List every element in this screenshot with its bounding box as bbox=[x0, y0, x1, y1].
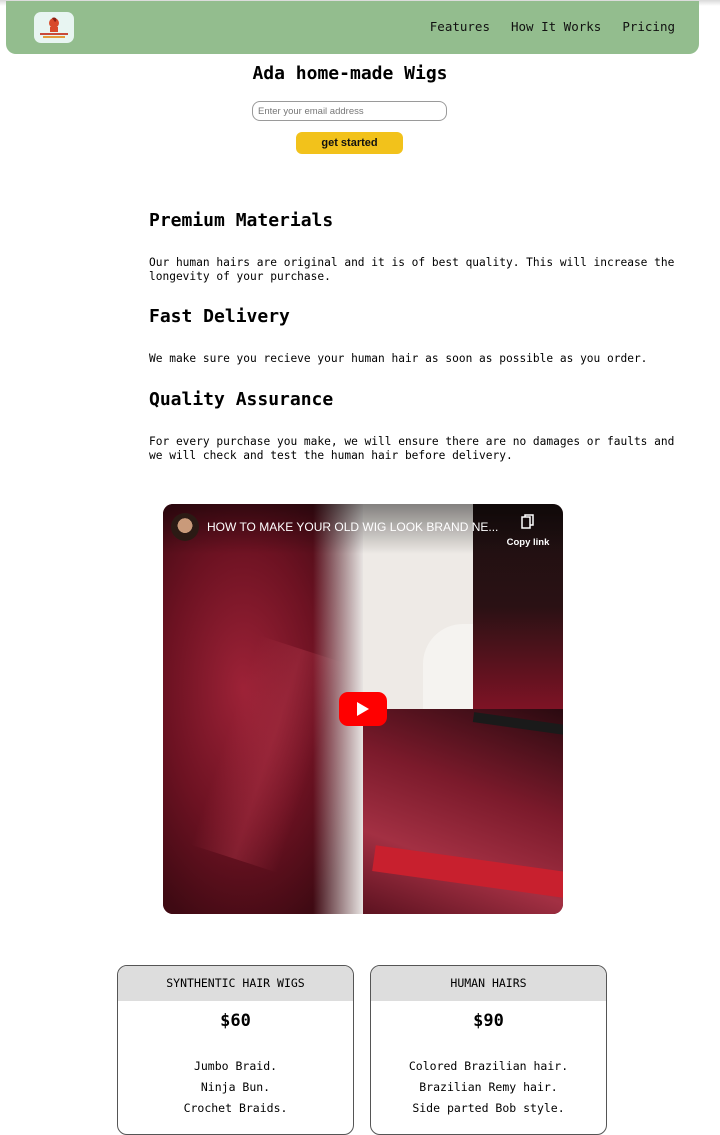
list-item: Jumbo Braid. bbox=[193, 1059, 278, 1073]
feature-text: We make sure you recieve your human hair… bbox=[149, 352, 648, 365]
email-field[interactable] bbox=[252, 101, 447, 121]
nav-link-pricing[interactable]: Pricing bbox=[622, 19, 675, 34]
page-title: Ada home-made Wigs bbox=[252, 63, 448, 84]
channel-avatar[interactable] bbox=[171, 513, 199, 541]
play-button[interactable] bbox=[339, 692, 387, 726]
video-embed[interactable]: HOW TO MAKE YOUR OLD WIG LOOK BRAND NE..… bbox=[163, 504, 563, 914]
list-item: Side parted Bob style. bbox=[412, 1101, 565, 1115]
pricing-card-human: HUMAN HAIRS $90 Colored Brazilian hair. … bbox=[370, 965, 607, 1135]
nav-link-features[interactable]: Features bbox=[430, 19, 490, 34]
feature-title: Fast Delivery bbox=[149, 306, 290, 327]
get-started-button[interactable]: get started bbox=[296, 132, 403, 154]
pricing-card-price: $90 bbox=[473, 1011, 504, 1031]
pricing-card-title: HUMAN HAIRS bbox=[371, 966, 606, 1001]
brand-logo[interactable] bbox=[34, 12, 74, 43]
pricing-card-synthetic: SYNTHENTIC HAIR WIGS $60 Jumbo Braid. Ni… bbox=[117, 965, 354, 1135]
nav-links: Features How It Works Pricing bbox=[409, 19, 675, 34]
video-title[interactable]: HOW TO MAKE YOUR OLD WIG LOOK BRAND NE..… bbox=[207, 520, 498, 534]
video-thumbnail-bottom-right bbox=[363, 709, 563, 914]
feature-text: For every purchase you make, we will ens… bbox=[149, 435, 675, 462]
play-icon bbox=[357, 702, 369, 716]
list-item: Ninja Bun. bbox=[200, 1080, 271, 1094]
copy-icon bbox=[521, 514, 534, 529]
copy-link-label: Copy link bbox=[506, 537, 550, 548]
copy-link-button[interactable]: Copy link bbox=[503, 514, 553, 548]
feature-title: Quality Assurance bbox=[149, 389, 334, 410]
feature-title: Premium Materials bbox=[149, 210, 334, 231]
nav-link-how-it-works[interactable]: How It Works bbox=[511, 19, 601, 34]
pricing-card-title: SYNTHENTIC HAIR WIGS bbox=[118, 966, 353, 1001]
pricing-card-price: $60 bbox=[220, 1011, 251, 1031]
list-item: Brazilian Remy hair. bbox=[419, 1080, 558, 1094]
list-item: Colored Brazilian hair. bbox=[408, 1059, 569, 1073]
feature-text: Our human hairs are original and it is o… bbox=[149, 256, 675, 283]
video-thumbnail-left bbox=[163, 504, 363, 914]
list-item: Crochet Braids. bbox=[183, 1101, 288, 1115]
navbar: Features How It Works Pricing bbox=[6, 1, 699, 54]
